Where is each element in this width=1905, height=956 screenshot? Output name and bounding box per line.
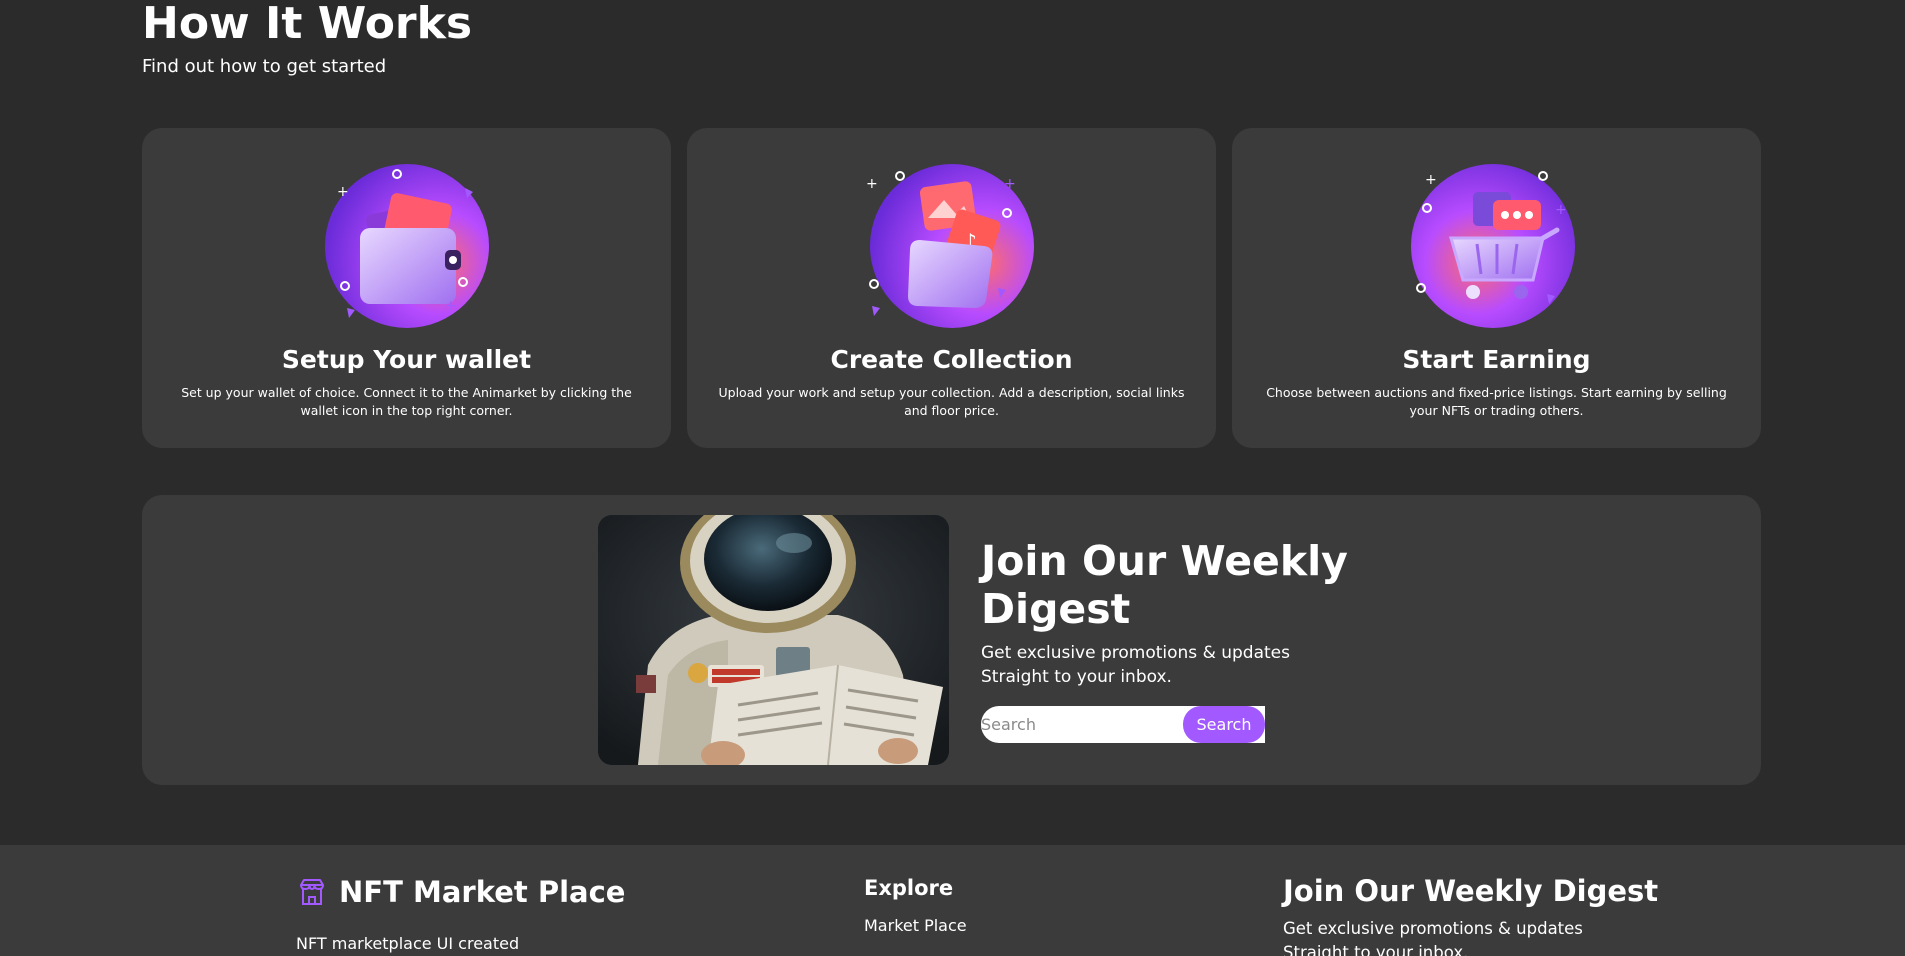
card-create-collection: ♪ + + Create Collection Upload your work… [687,128,1216,448]
footer-digest-subtitle: Get exclusive promotions & updates Strai… [1283,917,1583,956]
page: How It Works Find out how to get started [0,0,1905,956]
footer-brand-description: NFT marketplace UI created [296,934,520,953]
svg-text:+: + [1004,176,1016,192]
shopping-cart-icon: + + [1410,164,1575,328]
card-setup-wallet: + + Setup Your wallet Set up your wallet… [142,128,671,448]
newsletter-title: Join Our Weekly Digest [981,537,1348,633]
how-it-works-cards: + + Setup Your wallet Set up your wallet… [142,128,1761,448]
footer-digest-line2: Straight to your inbox. [1283,943,1469,956]
svg-text:+: + [337,184,349,200]
card-description: Set up your wallet of choice. Connect it… [181,385,632,418]
card-start-earning: + + Start Earning Choose between auction… [1232,128,1761,448]
newsletter-form: Search [981,706,1265,743]
astronaut-image [598,515,949,765]
section-title: How It Works [142,0,473,49]
folder-media-icon: ♪ + + [866,164,1034,328]
newsletter-subtitle-line2: Straight to your inbox. [981,667,1172,687]
newsletter-submit-button[interactable]: Search [1183,706,1265,743]
card-title: Create Collection [830,345,1073,374]
card-title: Setup Your wallet [281,345,532,374]
svg-text:+: + [866,176,878,192]
footer-brand-name: NFT Market Place [339,875,626,909]
svg-text:+: + [1555,202,1567,218]
card-description: Upload your work and setup your collecti… [718,385,1185,418]
footer-digest-title: Join Our Weekly Digest [1283,874,1659,908]
footer: NFT Market Place NFT marketplace UI crea… [0,845,1905,956]
newsletter-subtitle: Get exclusive promotions & updates Strai… [981,641,1290,689]
card-title: Start Earning [1402,345,1591,374]
footer-link-market-place[interactable]: Market Place [864,916,967,936]
footer-explore-title: Explore [864,876,954,900]
section-subtitle: Find out how to get started [142,56,387,77]
wallet-icon: + + [324,164,489,328]
svg-text:+: + [1425,172,1437,188]
newsletter-section: Join Our Weekly Digest Get exclusive pro… [142,495,1761,785]
card-description: Choose between auctions and fixed-price … [1266,385,1727,418]
storefront-icon [300,879,324,905]
svg-text:+: + [445,298,457,314]
footer-digest-line1: Get exclusive promotions & updates [1283,919,1583,938]
footer-brand[interactable]: NFT Market Place [297,875,625,909]
newsletter-subtitle-line1: Get exclusive promotions & updates [981,643,1290,663]
